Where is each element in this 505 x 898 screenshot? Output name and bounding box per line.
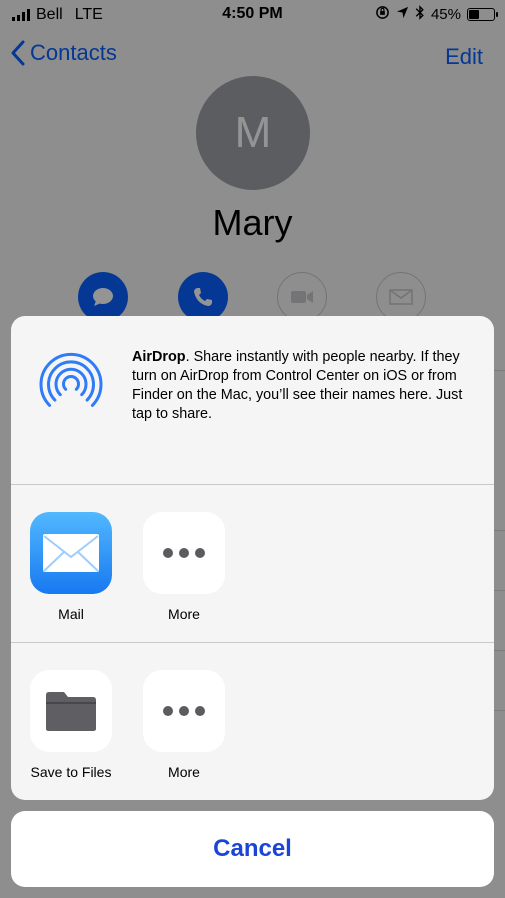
cancel-button[interactable]: Cancel <box>11 811 494 887</box>
airdrop-section: AirDrop. Share instantly with people nea… <box>11 316 494 484</box>
folder-icon <box>30 670 112 752</box>
share-more-apps-label: More <box>168 606 200 622</box>
share-more-apps-button[interactable]: More <box>134 512 234 622</box>
share-more-actions-button[interactable]: More <box>134 670 234 780</box>
share-app-row: Mail More <box>11 485 494 643</box>
airdrop-title: AirDrop <box>132 349 186 365</box>
mail-app-icon <box>30 512 112 594</box>
airdrop-icon <box>39 352 103 416</box>
more-icon <box>143 670 225 752</box>
save-to-files-button[interactable]: Save to Files <box>21 670 121 780</box>
save-to-files-label: Save to Files <box>30 764 112 780</box>
share-mail-button[interactable]: Mail <box>21 512 121 622</box>
share-mail-label: Mail <box>58 606 84 622</box>
share-action-row: Save to Files More <box>11 643 494 800</box>
airdrop-description: AirDrop. Share instantly with people nea… <box>132 348 477 424</box>
envelope-icon <box>43 534 99 572</box>
more-icon <box>143 512 225 594</box>
share-sheet: AirDrop. Share instantly with people nea… <box>11 316 494 800</box>
share-more-actions-label: More <box>168 764 200 780</box>
